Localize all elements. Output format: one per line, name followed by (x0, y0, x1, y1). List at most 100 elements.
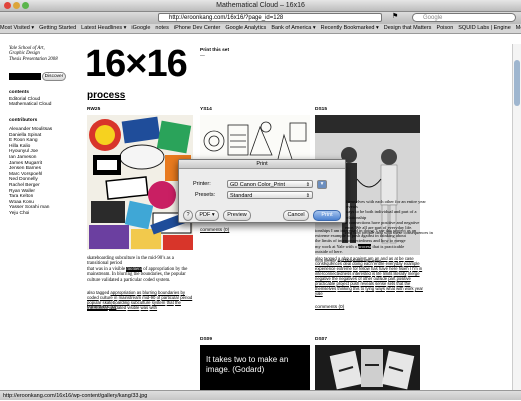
text-line: mainstream. In blurring the boundaries, … (87, 272, 186, 278)
bookmark-item[interactable]: Design that Matters (384, 25, 432, 31)
bookmark-item[interactable]: Poison (436, 25, 453, 31)
zoom-window-button[interactable] (22, 2, 29, 9)
flag-icon[interactable]: ⚑ (392, 13, 400, 21)
text-line: ways to be both individual and part of a… (345, 209, 417, 220)
bookmark-item[interactable]: iGoogle (131, 25, 150, 31)
card-id: RW25 (87, 107, 101, 112)
printer-select[interactable]: GD Canon Color_Print ⇕ (227, 180, 313, 188)
print-set-link[interactable]: Print this set (200, 48, 229, 53)
url-input[interactable]: http://eroonkang.com/16x16/?page_id=128 (158, 13, 382, 22)
contents-heading: contents (9, 90, 29, 95)
window-titlebar: Mathematical Cloud – 16x16 (0, 0, 521, 12)
printer-label: Printer: (193, 181, 211, 187)
presets-select[interactable]: Standard ⇕ (227, 191, 313, 199)
contents-list: Editorial Cloud Mathematical Cloud (9, 97, 51, 108)
contributors-heading: contributors (9, 118, 38, 123)
tag-link[interactable]: with (396, 286, 403, 291)
bookmark-item[interactable]: Google Analytics (225, 25, 266, 31)
comments-link[interactable]: comments (0) (315, 305, 344, 310)
school-info: Yale School of Art, Graphic Design Thesi… (9, 46, 69, 62)
search-placeholder: Google (423, 15, 443, 21)
signs-photo[interactable] (315, 345, 420, 390)
comments-link[interactable]: comments (0) (200, 228, 229, 233)
tag-link[interactable]: what (386, 286, 395, 291)
tag-link[interactable]: tying (365, 286, 374, 291)
printer-value: GD Canon Color_Print (230, 182, 286, 188)
bookmark-item[interactable]: MeeToday Demo: Fa (516, 25, 521, 31)
expand-dialog-button[interactable]: ▾ (317, 180, 327, 189)
bookmark-item[interactable]: SQUID Labs | Engine (458, 25, 510, 31)
vertical-scrollbar[interactable] (512, 44, 521, 390)
tag-link[interactable]: with (149, 305, 157, 310)
contents-link[interactable]: Mathematical Cloud (9, 102, 51, 107)
tag-link[interactable]: this (353, 286, 360, 291)
cancel-button[interactable]: Cancel (283, 210, 309, 221)
bookmark-item[interactable]: Latest Headlines ▾ (81, 25, 126, 31)
comments-link[interactable]: comments (0) (87, 305, 116, 310)
card-id: DS07 (315, 337, 327, 342)
text-line: themselves with each other for an entire… (345, 199, 426, 210)
contributors-list: Alexander Moulitsas Daniella Spinat E Roon… (9, 127, 52, 217)
tag-link[interactable]: period (180, 295, 192, 300)
tag-link[interactable]: that (167, 300, 174, 305)
presets-label: Presets: (195, 192, 216, 198)
print-dash: — (200, 54, 205, 59)
status-text: http://eroonkang.com/16x16/wp-content/ga… (3, 393, 148, 399)
bookmark-item[interactable]: Recently Bookmarked ▾ (321, 25, 379, 31)
card-id: YS14 (200, 107, 212, 112)
bookmark-item[interactable]: Most Visited ▾ (0, 25, 34, 31)
discover-button[interactable]: Discover (42, 72, 66, 81)
contributor-link[interactable]: Alexander Moulitsas (9, 127, 52, 133)
bookmarks-bar: Most Visited ▾ Getting Started Latest Head… (0, 24, 521, 34)
text-line: outside of here. (315, 248, 343, 254)
print-dialog-title: Print (179, 160, 345, 169)
discover-input[interactable] (9, 73, 41, 80)
chevron-updown-icon: ⇕ (305, 182, 310, 188)
tag-link[interactable]: was (141, 305, 149, 310)
bookmark-item[interactable]: Bank of America ▾ (271, 25, 315, 31)
chevron-updown-icon: ⇕ (305, 193, 310, 199)
section-title: process (87, 90, 126, 101)
highlighted-word[interactable]: moment (126, 266, 143, 272)
preview-button[interactable]: Preview (223, 210, 251, 221)
card-id: DS09 (200, 337, 212, 342)
text-line: of appropriation by the (143, 266, 188, 272)
tag-link[interactable]: thinking (337, 286, 351, 291)
contributor-link[interactable]: Yeju Choi (9, 211, 52, 217)
tag-link[interactable]: visible (127, 305, 139, 310)
tag-link[interactable]: work (405, 286, 414, 291)
tag-link[interactable]: yale (315, 291, 323, 296)
text-line: that was in a visible (87, 266, 126, 272)
ds15-description-lower: ionships I am interested in doing. I see… (315, 228, 423, 254)
help-button[interactable]: ? (183, 210, 193, 221)
highlighted-word[interactable]: process (357, 243, 372, 249)
card-id: DS15 (315, 107, 327, 112)
text-line: that is practicable (372, 243, 405, 249)
site-logo[interactable]: 16×16 (85, 44, 188, 84)
godard-quote-card[interactable]: It takes two to make an image. (Godard) (200, 345, 310, 390)
print-button[interactable]: Print (313, 210, 341, 221)
bookmark-item[interactable]: iPhone Dev Center (174, 25, 220, 31)
presets-value: Standard (230, 193, 253, 199)
ds15-tags: also tagged a about against am an and as… (315, 256, 423, 296)
window-title: Mathematical Cloud – 16x16 (216, 2, 305, 9)
bookmark-item[interactable]: Getting Started (39, 25, 76, 31)
tag-link[interactable]: the (175, 300, 181, 305)
godard-quote-text: It takes two to make an image. (Godard) (206, 355, 289, 374)
print-dialog: Print Printer: GD Canon Color_Print ⇕ ▾ … (178, 159, 346, 223)
text-line: culture validated a particular coded sys… (87, 277, 171, 283)
pdf-menu-button[interactable]: PDF ▾ (195, 210, 219, 221)
status-bar: http://eroonkang.com/16x16/wp-content/ga… (0, 390, 521, 400)
url-text: http://eroonkang.com/16x16/?page_id=128 (169, 15, 284, 21)
tag-link[interactable]: year (415, 286, 423, 291)
close-window-button[interactable] (4, 2, 11, 9)
text-line: my work at Yale with a (315, 243, 357, 249)
scrollbar-thumb[interactable] (514, 60, 520, 106)
school-line: Thesis Presentation 2008 (9, 56, 58, 62)
tag-link[interactable]: ways (375, 286, 385, 291)
bookmark-item[interactable]: notes (155, 25, 168, 31)
search-input[interactable]: Google (412, 13, 516, 22)
minimize-window-button[interactable] (13, 2, 20, 9)
tag-link[interactable]: to (361, 286, 365, 291)
rw25-description: skateboarding subculture in the mid-90’s… (87, 256, 195, 283)
